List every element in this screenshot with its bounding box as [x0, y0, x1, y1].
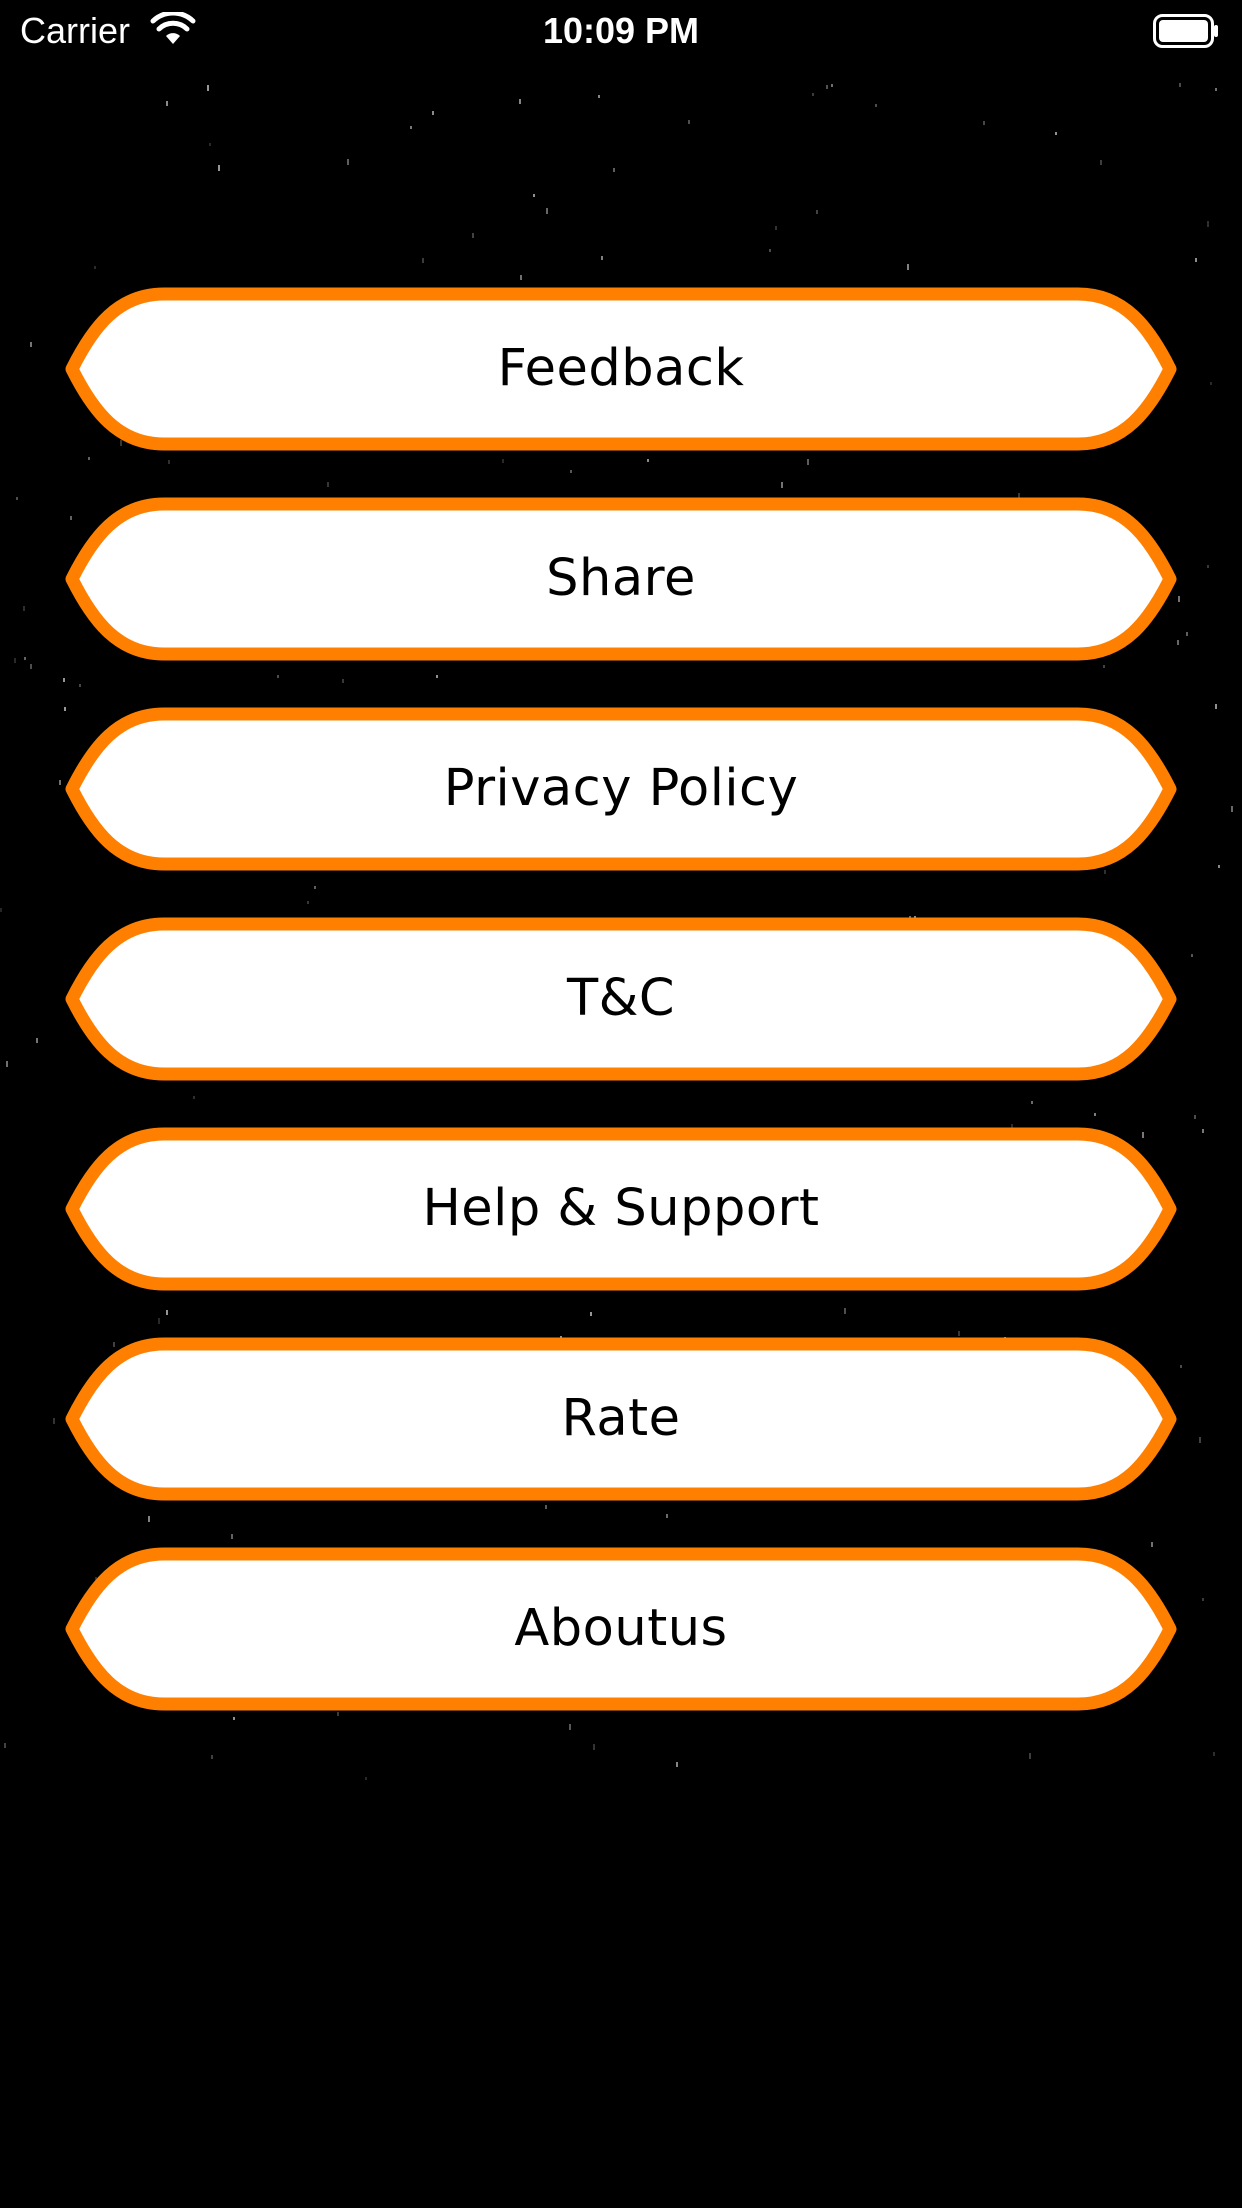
terms-label: T&C — [566, 969, 676, 1028]
share-label: Share — [546, 549, 696, 608]
menu-list: Feedback Share Privacy Policy T&C Help &… — [64, 287, 1178, 1757]
star-speck — [1186, 632, 1188, 636]
privacy-policy-label: Privacy Policy — [443, 759, 799, 818]
about-us-label: Aboutus — [514, 1599, 728, 1658]
star-speck — [30, 664, 32, 669]
feedback-label: Feedback — [497, 339, 745, 398]
star-speck — [1191, 954, 1193, 957]
star-speck — [422, 258, 424, 263]
star-speck — [1179, 83, 1181, 87]
star-speck — [1210, 382, 1212, 385]
star-speck — [826, 85, 828, 89]
star-speck — [1218, 865, 1220, 868]
star-speck — [472, 233, 474, 238]
star-speck — [598, 95, 600, 98]
privacy-policy-button[interactable]: Privacy Policy — [64, 707, 1178, 871]
star-speck — [601, 256, 603, 260]
star-speck — [36, 1038, 38, 1043]
star-speck — [983, 121, 985, 125]
star-speck — [432, 111, 434, 115]
star-speck — [519, 99, 521, 104]
menu-screen: Carrier 10:09 PM Feedback Share Privacy … — [0, 0, 1242, 2208]
status-bar: Carrier 10:09 PM — [0, 0, 1242, 62]
star-speck — [16, 497, 18, 500]
star-speck — [1055, 132, 1057, 135]
star-speck — [831, 84, 833, 87]
star-speck — [688, 120, 690, 124]
star-speck — [53, 1418, 55, 1424]
battery-full-icon — [1153, 14, 1218, 48]
star-speck — [1231, 806, 1233, 812]
about-us-button[interactable]: Aboutus — [64, 1547, 1178, 1711]
star-speck — [1199, 1437, 1201, 1443]
star-speck — [520, 275, 522, 280]
star-speck — [769, 249, 771, 252]
star-speck — [812, 93, 814, 96]
star-speck — [23, 606, 25, 611]
star-speck — [676, 1762, 678, 1767]
star-speck — [347, 159, 349, 165]
star-speck — [207, 85, 209, 91]
help-support-label: Help & Support — [422, 1179, 820, 1238]
star-speck — [1215, 704, 1217, 709]
star-speck — [94, 266, 96, 269]
star-speck — [4, 1743, 6, 1748]
star-speck — [775, 226, 777, 230]
star-speck — [30, 342, 32, 347]
star-speck — [14, 658, 16, 663]
share-button[interactable]: Share — [64, 497, 1178, 661]
star-speck — [209, 143, 211, 146]
star-speck — [546, 208, 548, 214]
star-speck — [1100, 160, 1102, 165]
star-speck — [1202, 1129, 1204, 1133]
star-speck — [1207, 221, 1209, 227]
star-speck — [533, 194, 535, 197]
star-speck — [1202, 1598, 1204, 1601]
star-speck — [6, 1061, 8, 1067]
star-speck — [1195, 258, 1197, 262]
feedback-button[interactable]: Feedback — [64, 287, 1178, 451]
star-speck — [1180, 1365, 1182, 1368]
star-speck — [1207, 565, 1209, 568]
star-speck — [218, 165, 220, 171]
star-speck — [1215, 88, 1217, 91]
star-speck — [166, 101, 168, 106]
star-speck — [1178, 596, 1180, 602]
star-speck — [24, 657, 26, 660]
star-speck — [365, 1777, 367, 1780]
rate-button[interactable]: Rate — [64, 1337, 1178, 1501]
status-time: 10:09 PM — [542, 10, 700, 51]
terms-button[interactable]: T&C — [64, 917, 1178, 1081]
help-support-button[interactable]: Help & Support — [64, 1127, 1178, 1291]
star-speck — [875, 104, 877, 107]
star-speck — [0, 908, 2, 912]
star-speck — [1194, 1115, 1196, 1119]
star-speck — [907, 264, 909, 270]
star-speck — [1213, 1752, 1215, 1756]
star-speck — [410, 126, 412, 129]
star-speck — [613, 168, 615, 172]
star-speck — [59, 780, 61, 785]
star-speck — [816, 210, 818, 214]
rate-label: Rate — [561, 1389, 681, 1448]
